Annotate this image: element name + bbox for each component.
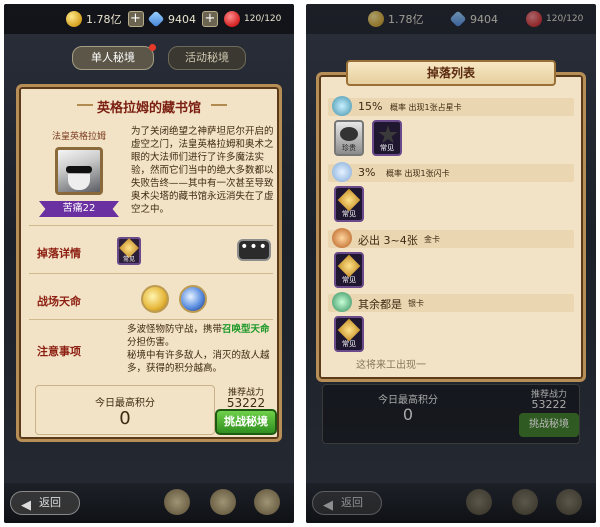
mask-icon bbox=[340, 127, 358, 141]
difficulty-ribbon: 苦痛22 bbox=[39, 201, 119, 217]
drop-item-common[interactable]: 常见 bbox=[334, 316, 364, 352]
nav-trophy-icon[interactable] bbox=[512, 489, 538, 515]
drop-list-screen: 1.78亿 9404 120/120 掉落列表 15% 概率 出现1张占星卡 珍… bbox=[306, 4, 596, 523]
card-emblem-icon bbox=[337, 254, 361, 278]
drop-details-label: 掉落详情 bbox=[37, 247, 81, 260]
dungeon-title: 英格拉姆的藏书馆 bbox=[96, 101, 201, 116]
dungeon-card: 英格拉姆的藏书馆 法皇英格拉姆 苦痛22 为了关闭绝望之神萨坦尼尔开启的虚空之门… bbox=[16, 84, 282, 442]
nav-trophy-icon[interactable] bbox=[210, 489, 236, 515]
flash-gem-icon bbox=[332, 162, 352, 182]
more-drops-button[interactable]: ••• bbox=[237, 239, 271, 261]
drop-section-flash: 3% 概率 出现1张闪卡 bbox=[328, 162, 574, 182]
drop-item-precious[interactable]: 珍贵 bbox=[334, 120, 364, 156]
back-button[interactable]: ◀ 返回 bbox=[312, 491, 382, 515]
divider bbox=[29, 225, 273, 226]
drop-card-icon[interactable]: 常见 bbox=[117, 237, 141, 265]
astrology-gem-icon bbox=[332, 96, 352, 116]
drop-item-common[interactable]: 常见 bbox=[334, 186, 364, 222]
heart-counter: 120/120 bbox=[526, 9, 583, 29]
divider bbox=[29, 273, 273, 274]
cut-off-text: 这将来工出现一 bbox=[356, 360, 426, 371]
card-emblem-icon bbox=[337, 318, 361, 342]
card-emblem-icon bbox=[337, 188, 361, 212]
hero-box: 法皇英格拉姆 苦痛22 bbox=[33, 129, 125, 221]
title-ornament bbox=[211, 104, 227, 106]
power-value: 53222 bbox=[226, 396, 266, 410]
coin-counter: 1.78亿 bbox=[368, 9, 424, 29]
resource-bar: 1.78亿 + 9404 + 120/120 bbox=[4, 4, 294, 34]
dungeon-description: 为了关闭绝望之神萨坦尼尔开启的虚空之门，法皇英格拉姆和奥术之眼的大法师们进行了许… bbox=[131, 126, 274, 215]
heart-counter: 120/120 bbox=[224, 9, 281, 29]
score-value: 0 bbox=[119, 408, 131, 429]
nav-medal-icon[interactable] bbox=[164, 489, 190, 515]
gem-counter: 9404 bbox=[449, 9, 498, 29]
nav-ranking-icon[interactable] bbox=[556, 489, 582, 515]
score-label: 今日最高积分 bbox=[95, 398, 155, 409]
drop-section-astrology: 15% 概率 出现1张占星卡 bbox=[328, 96, 574, 116]
beard-shape bbox=[68, 174, 90, 190]
dungeon-detail-screen: 1.78亿 + 9404 + 120/120 单人秘境 活动秘境 英格拉姆的藏书… bbox=[4, 4, 294, 523]
drop-section-silver: 其余都是 银卡 bbox=[328, 292, 574, 312]
fate-orb-gold-icon[interactable] bbox=[141, 285, 169, 313]
nav-medal-icon[interactable] bbox=[466, 489, 492, 515]
challenge-button[interactable]: 挑战秘境 bbox=[215, 409, 277, 435]
add-coin-button[interactable]: + bbox=[127, 11, 144, 27]
heart-icon bbox=[526, 11, 542, 27]
gem-icon bbox=[147, 10, 165, 28]
star-icon bbox=[378, 125, 398, 144]
gold-gem-icon bbox=[332, 228, 352, 248]
drop-item-common[interactable]: 常见 bbox=[334, 252, 364, 288]
drop-item-common[interactable]: 常见 bbox=[372, 120, 402, 156]
bottom-bar: ◀ 返回 bbox=[306, 483, 596, 523]
tab-event-dungeon[interactable]: 活动秘境 bbox=[168, 46, 246, 70]
challenge-button-dimmed[interactable]: 挑战秘境 bbox=[519, 413, 579, 437]
summon-fate-highlight: 召唤型天命 bbox=[222, 324, 270, 335]
silver-gem-icon bbox=[332, 292, 352, 312]
battle-fate-label: 战场天命 bbox=[37, 295, 81, 308]
notification-dot bbox=[149, 44, 156, 51]
resource-bar: 1.78亿 9404 120/120 bbox=[306, 4, 596, 34]
nav-ranking-icon[interactable] bbox=[254, 489, 280, 515]
bottom-bar: ◀ 返回 bbox=[4, 483, 294, 523]
coin-counter: 1.78亿 + bbox=[66, 9, 144, 29]
notes-label: 注意事项 bbox=[37, 345, 81, 358]
add-gem-button[interactable]: + bbox=[202, 11, 218, 27]
back-arrow-icon: ◀ bbox=[21, 498, 31, 513]
hero-portrait[interactable] bbox=[55, 147, 103, 195]
drop-section-gold: 必出 3~4张 金卡 bbox=[328, 228, 574, 248]
score-box: 今日最高积分 0 bbox=[35, 385, 215, 435]
dimmed-score-area: 今日最高积分 0 推荐战力 53222 挑战秘境 bbox=[322, 384, 580, 444]
notes-text: 多波怪物防守战，携带召唤型天命分担伤害。 秘境中有许多敌人，消灭的敌人越多，获得… bbox=[127, 324, 270, 374]
heart-icon bbox=[224, 11, 240, 27]
divider bbox=[29, 319, 273, 320]
coin-icon bbox=[66, 11, 82, 27]
back-button[interactable]: ◀ 返回 bbox=[10, 491, 80, 515]
tab-single-dungeon[interactable]: 单人秘境 bbox=[72, 44, 156, 70]
drop-list-title: 掉落列表 bbox=[346, 60, 556, 86]
gem-icon bbox=[449, 10, 467, 28]
fate-orb-blue-icon[interactable] bbox=[179, 285, 207, 313]
gem-counter: 9404 + bbox=[147, 9, 218, 29]
hero-name: 法皇英格拉姆 bbox=[51, 132, 106, 142]
glasses-shape bbox=[66, 166, 92, 173]
back-arrow-icon: ◀ bbox=[323, 498, 333, 513]
coin-icon bbox=[368, 11, 384, 27]
